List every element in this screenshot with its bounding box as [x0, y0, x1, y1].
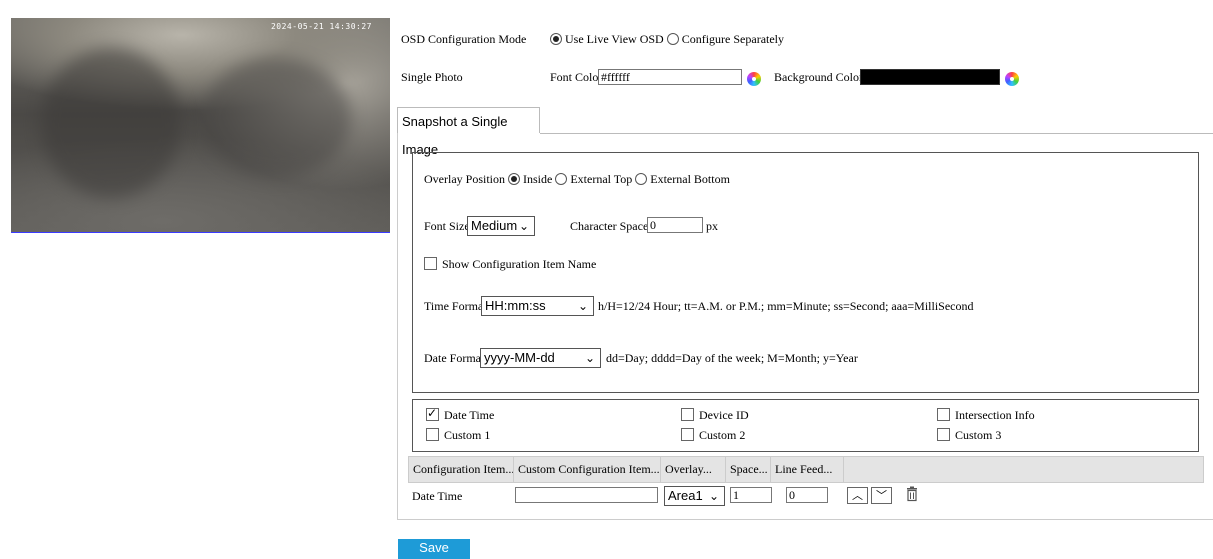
row-line-feed-input[interactable]: 0	[786, 487, 828, 503]
checkbox-icon[interactable]	[681, 428, 694, 441]
row-custom-input[interactable]	[515, 487, 658, 503]
row-overlay-select[interactable]: Area1 ⌄	[664, 486, 725, 506]
time-format-hint: h/H=12/24 Hour; tt=A.M. or P.M.; mm=Minu…	[598, 299, 974, 313]
delete-icon[interactable]	[906, 486, 918, 502]
overlay-items-panel	[412, 399, 1199, 452]
radio-inside[interactable]: Inside	[508, 172, 552, 186]
checkbox-icon[interactable]	[424, 257, 437, 270]
overlay-position-row: Overlay Position Inside External Top Ext…	[424, 172, 730, 187]
preview-blur-shape	[201, 58, 351, 178]
move-down-button[interactable]: ﹀	[871, 487, 892, 504]
osd-mode-label: OSD Configuration Mode	[401, 32, 527, 46]
radio-configure-separately[interactable]: Configure Separately	[666, 32, 784, 46]
checkbox-icon[interactable]	[426, 428, 439, 441]
font-color-picker-icon[interactable]	[747, 72, 761, 86]
chevron-down-icon: ⌄	[584, 351, 595, 365]
font-size-label: Font Size	[424, 219, 470, 233]
col-overlay[interactable]: Overlay...	[661, 457, 726, 482]
move-up-button[interactable]: ︿	[847, 487, 868, 504]
row-space-input[interactable]: 1	[730, 487, 772, 503]
radio-icon[interactable]	[666, 33, 679, 45]
radio-icon[interactable]	[550, 33, 562, 45]
date-format-label: Date Format	[424, 351, 485, 365]
item-intersection-info[interactable]: Intersection Info	[937, 408, 1035, 423]
item-date-time[interactable]: Date Time	[426, 406, 494, 423]
date-format-hint: dd=Day; dddd=Day of the week; M=Month; y…	[606, 351, 858, 365]
live-preview-image: 2024-05-21 14:30:27	[11, 18, 390, 233]
checkbox-icon[interactable]	[937, 428, 950, 441]
chevron-down-icon: ﹀	[876, 489, 887, 502]
font-color-label: Font Color	[550, 70, 603, 84]
item-device-id[interactable]: Device ID	[681, 408, 749, 423]
chevron-down-icon: ⌄	[708, 489, 719, 503]
radio-external-bottom[interactable]: External Bottom	[635, 172, 730, 186]
radio-icon[interactable]	[635, 173, 648, 185]
preview-blur-shape	[41, 48, 181, 198]
row-item-name: Date Time	[412, 489, 463, 503]
font-color-input[interactable]: #ffffff	[598, 69, 742, 85]
osd-mode-radio-group: Use Live View OSD Configure Separately	[550, 32, 784, 47]
single-photo-label: Single Photo	[401, 70, 463, 84]
date-format-select[interactable]: yyyy-MM-dd ⌄	[480, 348, 601, 368]
col-space[interactable]: Space...	[726, 457, 771, 482]
tab-snapshot-single-image[interactable]: Snapshot a Single Image	[397, 107, 540, 157]
config-table-header: Configuration Item... Custom Configurati…	[408, 456, 1204, 483]
overlay-position-label: Overlay Position	[424, 172, 505, 186]
radio-use-live-view[interactable]: Use Live View OSD	[550, 32, 664, 46]
chevron-down-icon: ⌄	[518, 219, 529, 233]
radio-external-top[interactable]: External Top	[555, 172, 632, 186]
time-format-select[interactable]: HH:mm:ss ⌄	[481, 296, 594, 316]
show-config-item-name-row[interactable]: Show Configuration Item Name	[424, 257, 596, 272]
checkbox-icon[interactable]	[937, 408, 950, 421]
time-format-label: Time Format	[424, 299, 487, 313]
col-line-feed[interactable]: Line Feed...	[771, 457, 844, 482]
save-button[interactable]: Save	[398, 539, 470, 559]
col-custom-configuration-item[interactable]: Custom Configuration Item...	[514, 457, 661, 482]
background-color-input[interactable]	[860, 69, 1000, 85]
show-config-item-name-label: Show Configuration Item Name	[442, 257, 597, 271]
radio-icon[interactable]	[508, 173, 520, 185]
character-space-unit: px	[706, 219, 718, 233]
character-space-input[interactable]: 0	[647, 217, 703, 233]
background-color-label: Background Color	[774, 70, 863, 84]
font-size-select[interactable]: Medium ⌄	[467, 216, 535, 236]
item-custom-1[interactable]: Custom 1	[426, 428, 490, 443]
radio-icon[interactable]	[555, 173, 568, 185]
item-custom-2[interactable]: Custom 2	[681, 428, 745, 443]
preview-osd-text: 2024-05-21 14:30:27	[270, 22, 372, 31]
chevron-up-icon: ︿	[852, 489, 863, 502]
background-color-picker-icon[interactable]	[1005, 72, 1019, 86]
item-custom-3[interactable]: Custom 3	[937, 428, 1001, 443]
character-space-label: Character Space	[570, 219, 649, 233]
col-configuration-item[interactable]: Configuration Item...	[409, 457, 514, 482]
checkbox-icon[interactable]	[426, 406, 439, 421]
checkbox-icon[interactable]	[681, 408, 694, 421]
chevron-down-icon: ⌄	[577, 299, 588, 313]
